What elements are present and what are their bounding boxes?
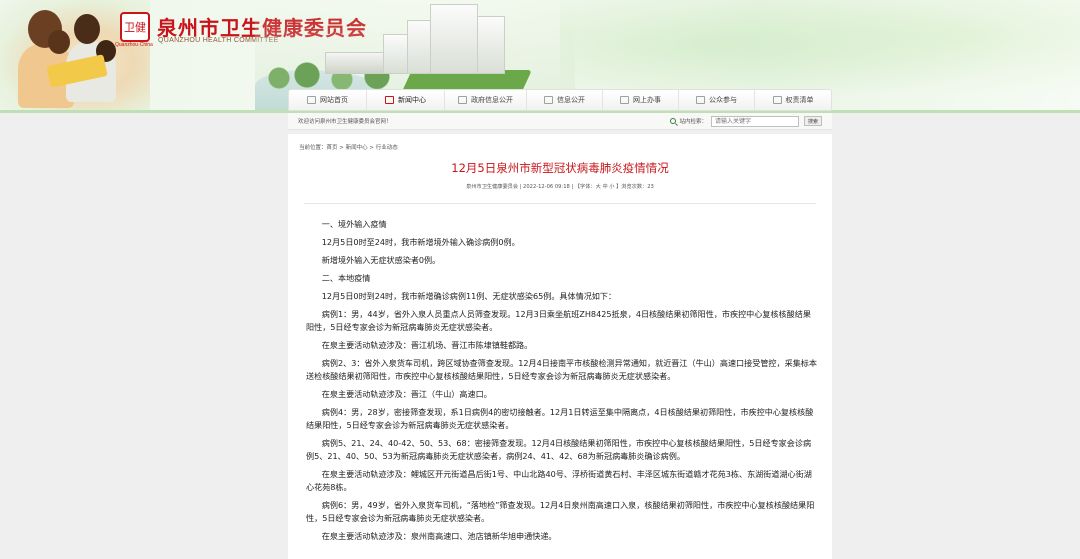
nav-item-responsibility-list[interactable]: 权责清单 (755, 90, 831, 110)
article-body: 一、境外输入疫情 12月5日0时至24时，我市新增境外输入确诊病例0例。 新增境… (306, 218, 818, 548)
document-icon (458, 96, 467, 104)
nav-item-online-service[interactable]: 网上办事 (603, 90, 679, 110)
home-icon (307, 96, 316, 104)
article-paragraph: 病例5、21、24、40-42、50、53、68：密接筛查发现。12月4日核酸结… (306, 438, 812, 461)
nav-item-label: 网上办事 (633, 96, 661, 104)
nav-item-label: 网站首页 (320, 96, 348, 104)
article-paragraph: 病例1：男，44岁，省外入泉人员重点人员筛查发现。12月3日乘坐航班ZH8425… (306, 309, 811, 332)
nav-item-gov-info[interactable]: 政府信息公开 (445, 90, 527, 110)
article-paragraph: 病例6：男，49岁，省外入泉货车司机，“落地检”筛查发现。12月4日泉州南高速口… (306, 500, 815, 523)
nav-item-participation[interactable]: 公众参与 (679, 90, 755, 110)
article-meta: 泉州市卫生健康委员会 | 2022-12-06 09:18 | 【字体：大 中 … (466, 184, 654, 190)
nav-item-home[interactable]: 网站首页 (289, 90, 367, 110)
news-icon (385, 96, 394, 104)
search-icon (670, 118, 677, 124)
monitor-icon (620, 96, 629, 104)
breadcrumb[interactable]: 当前位置：首页 > 新闻中心 > 行业动态 (299, 143, 398, 151)
article-paragraph: 二、本地疫情 (321, 273, 371, 283)
article-paragraph: 新增境外输入无症状感染者0例。 (321, 255, 441, 265)
nav-item-label: 政府信息公开 (471, 96, 513, 104)
site-logo[interactable]: 卫健 (120, 12, 150, 42)
list-icon (772, 96, 782, 104)
article-paragraph: 12月5日0时到24时，我市新增确诊病例11例、无症状感染65例。具体情况如下： (321, 291, 617, 301)
search-label: 站内检索： (679, 119, 707, 125)
title-divider (304, 203, 816, 204)
article-paragraph: 一、境外输入疫情 (321, 219, 387, 229)
chat-icon (696, 96, 705, 104)
article-paragraph: 在泉主要活动轨迹涉及：鲤城区开元街道昌后街1号、中山北路40号、浮桥街道黄石村、… (306, 469, 812, 492)
nav-item-news[interactable]: 新闻中心 (367, 90, 445, 110)
article-paragraph: 在泉主要活动轨迹涉及：晋江机场、晋江市陈埭镇鞋都路。 (321, 340, 533, 350)
info-icon (544, 96, 553, 104)
article-card: 当前位置：首页 > 新闻中心 > 行业动态 12月5日泉州市新型冠状病毒肺炎疫情… (288, 134, 832, 559)
nav-item-label: 权责清单 (785, 96, 814, 104)
article-paragraph: 在泉主要活动轨迹涉及：晋江（牛山）高速口。 (321, 389, 492, 399)
nav-item-label: 信息公开 (557, 96, 585, 104)
article-paragraph: 病例2、3：省外入泉货车司机，跨区域协查筛查发现。12月4日接南平市核酸检测异常… (306, 358, 817, 381)
nav-item-info-disclosure[interactable]: 信息公开 (527, 90, 603, 110)
article-paragraph: 12月5日0时至24时，我市新增境外输入确诊病例0例。 (321, 237, 520, 247)
welcome-text: 欢迎访问泉州市卫生健康委员会官网！ (298, 119, 392, 125)
article-paragraph: 病例4：男，28岁，密接筛查发现，系1日病例4的密切接触者。12月1日转运至集中… (306, 407, 814, 430)
search-button[interactable]: 搜索 (804, 116, 822, 126)
article-title: 12月5日泉州市新型冠状病毒肺炎疫情情况 (451, 161, 669, 175)
logo-caption: Quanzhou·China (115, 42, 153, 48)
nav-item-label: 公众参与 (709, 96, 737, 104)
article-paragraph: 在泉主要活动轨迹涉及：泉州南高速口、池店镇新华旭申通快递。 (321, 531, 557, 541)
nav-item-label: 新闻中心 (398, 96, 426, 104)
info-bar: 欢迎访问泉州市卫生健康委员会官网！ 站内检索： 搜索 (288, 113, 832, 130)
main-nav: 网站首页 新闻中心 政府信息公开 信息公开 网上办事 公众参与 权责清单 (288, 89, 832, 111)
search-input[interactable] (711, 115, 799, 127)
